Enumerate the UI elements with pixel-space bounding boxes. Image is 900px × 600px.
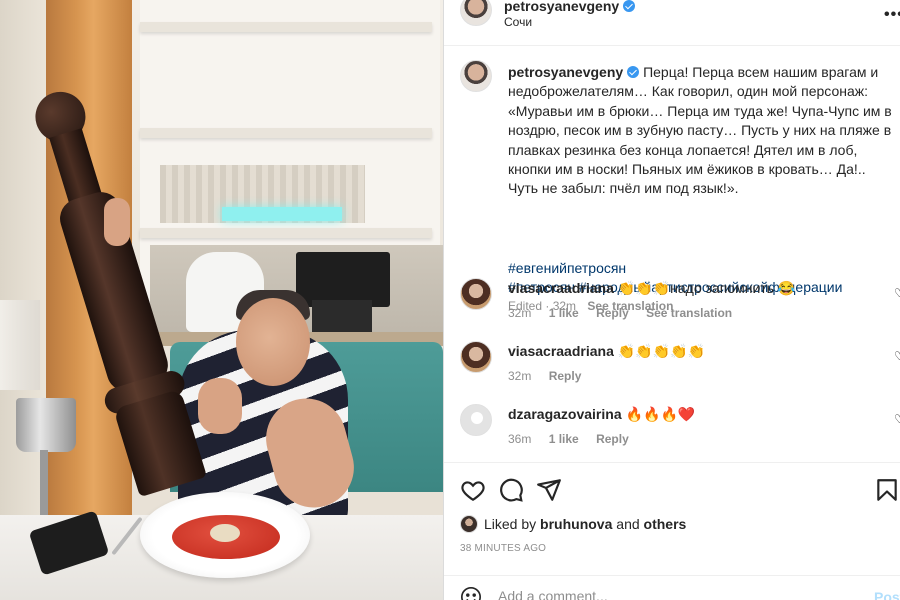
photo-person-head <box>236 298 310 386</box>
photo-wine-glass <box>0 300 40 390</box>
comment-text: dzaragazovairina 🔥🔥🔥❤️ <box>508 406 696 422</box>
author-username-link[interactable]: petrosyanevgeny <box>504 0 636 14</box>
comment-text: viasacraadriana 👏👏👏👏👏 <box>508 343 706 359</box>
comment-likes-count[interactable]: 1 like <box>549 306 579 320</box>
comment-like-heart-icon[interactable]: ♡ <box>894 349 900 363</box>
post-header: petrosyanevgeny Сочи ••• <box>444 0 900 46</box>
photo-person-hand <box>104 198 130 246</box>
photo-shelf <box>140 228 432 238</box>
photo-person-hand <box>198 378 242 434</box>
photo-till <box>312 300 372 334</box>
comment-avatar[interactable] <box>460 404 492 436</box>
comment-reply-button[interactable]: Reply <box>596 306 629 320</box>
caption-text: petrosyanevgeny Перца! Перца всем нашим … <box>508 63 893 199</box>
comment-time: 32m <box>508 306 532 320</box>
comment-text: viasacraadriana 👏👏👏надо запомнить 😂 <box>508 280 796 296</box>
caption-username-link[interactable]: petrosyanevgeny <box>508 64 623 80</box>
verified-badge-icon <box>623 0 636 13</box>
comment-likes-count[interactable]: 1 like <box>549 432 579 446</box>
comment-username-link[interactable]: viasacraadriana <box>508 343 614 359</box>
author-avatar[interactable] <box>460 0 492 26</box>
more-options-icon[interactable]: ••• <box>884 6 900 24</box>
comment-reply-button[interactable]: Reply <box>596 432 629 446</box>
photo-monitor <box>296 252 390 307</box>
location-link[interactable]: Сочи <box>504 15 532 29</box>
comment-meta: 32m Reply <box>508 369 595 383</box>
comment-like-heart-icon[interactable]: ♡ <box>894 286 900 300</box>
comment-meta: 36m 1 like Reply <box>508 432 643 446</box>
caption-avatar[interactable] <box>460 60 492 92</box>
post-photo[interactable] <box>0 0 443 600</box>
comment-time: 36m <box>508 432 532 446</box>
liker-avatar[interactable] <box>460 515 478 533</box>
photo-soup-garnish <box>210 524 240 542</box>
comment-avatar[interactable] <box>460 341 492 373</box>
bookmark-icon[interactable] <box>874 477 900 503</box>
hashtag-link[interactable]: #евгенийпетросян <box>508 259 893 278</box>
comment-meta: 32m 1 like Reply See translation <box>508 306 746 320</box>
comment-username-link[interactable]: viasacraadriana <box>508 280 614 296</box>
comment-see-translation-button[interactable]: See translation <box>646 306 732 320</box>
post-timestamp[interactable]: 38 MINUTES AGO <box>460 543 546 554</box>
comment-time: 32m <box>508 369 532 383</box>
heart-icon[interactable] <box>460 477 486 503</box>
verified-badge-icon <box>627 66 640 79</box>
comment-item: viasacraadriana👏👏👏👏👏 32m Reply ♡ <box>444 341 900 397</box>
comment-avatar[interactable] <box>460 278 492 310</box>
likes-others-link[interactable]: others <box>644 516 687 532</box>
comment-item: viasacraadriana 👏👏👏надо запомнить 😂 32m 1… <box>444 278 900 334</box>
liked-by-line: Liked by bruhunova and others <box>460 515 686 533</box>
post-side-panel: petrosyanevgeny Сочи ••• petrosyanevgeny… <box>443 0 900 600</box>
comment-composer: Post <box>444 575 900 600</box>
comment-reply-button[interactable]: Reply <box>549 369 582 383</box>
emoji-icon[interactable] <box>460 586 482 600</box>
liker-username-link[interactable]: bruhunova <box>540 516 612 532</box>
comment-input[interactable] <box>498 588 828 600</box>
caption-body: Перца! Перца всем нашим врагам и недобро… <box>508 64 892 197</box>
comment-icon[interactable] <box>498 477 524 503</box>
photo-shelf <box>140 22 432 32</box>
photo-shelf <box>140 128 432 138</box>
paper-plane-icon[interactable] <box>536 477 562 503</box>
comment-item: dzaragazovairina🔥🔥🔥❤️ 36m 1 like Reply ♡ <box>444 404 900 460</box>
post-comment-button[interactable]: Post <box>874 589 900 600</box>
post-actions: Liked by bruhunova and others 38 MINUTES… <box>444 462 900 600</box>
photo-neon-light <box>222 207 342 221</box>
photo-ice-bucket <box>16 398 76 452</box>
comment-username-link[interactable]: dzaragazovairina <box>508 406 622 422</box>
comment-like-heart-icon[interactable]: ♡ <box>894 412 900 426</box>
